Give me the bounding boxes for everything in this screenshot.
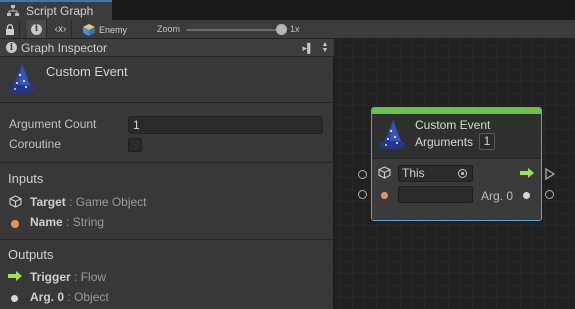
orange-dot-icon [381, 192, 388, 199]
wizard-hat-icon [378, 120, 406, 149]
input-name: Name : String [30, 215, 104, 229]
graph-inspector-panel: i Graph Inspector ▸▌ ▲ ▼ Custom Event Arg… [0, 39, 334, 309]
object-picker-icon[interactable] [458, 169, 467, 178]
name-value-field[interactable] [398, 186, 473, 203]
zoom-slider-handle[interactable] [276, 24, 287, 35]
node-title: Custom Event [415, 118, 491, 132]
coroutine-checkbox[interactable] [128, 138, 142, 152]
graph-hierarchy-icon [7, 5, 19, 16]
orange-dot-icon [11, 220, 19, 228]
target-value-field[interactable]: This [398, 165, 473, 182]
tab-label: Script Graph [26, 4, 94, 18]
target-input-socket[interactable] [358, 170, 367, 179]
inspector-header: i Graph Inspector ▸▌ ▲ ▼ [0, 39, 334, 57]
coroutine-label: Coroutine [9, 137, 62, 151]
zoom-slider-track[interactable] [186, 29, 286, 31]
node-header: Custom Event Arguments 1 [372, 114, 541, 159]
input-target: Target : Game Object [30, 195, 147, 209]
zoom-label: Zoom [157, 24, 181, 34]
variables-toggle-button[interactable]: ‹x› [50, 20, 72, 38]
zoom-value: 1x [290, 24, 300, 34]
arg0-output-label: Arg. 0 [481, 189, 514, 203]
input-target-type: : Game Object [69, 195, 147, 209]
input-name-name: Name [30, 215, 63, 229]
output-arg0-type: : Object [67, 290, 109, 304]
white-dot-icon [523, 192, 530, 199]
output-trigger-name: Trigger [30, 270, 71, 284]
cube-icon [9, 195, 22, 208]
graph-toolbar: i ‹x› Enemy Zoom 1x [0, 20, 575, 39]
graph-object-selector[interactable]: Enemy [82, 21, 127, 38]
tab-script-graph[interactable]: Script Graph [0, 0, 112, 20]
enemy-object-icon [83, 23, 95, 36]
inspector-title: Graph Inspector [21, 40, 108, 55]
dock-panel-button[interactable]: ▸▌ [301, 40, 315, 56]
custom-event-node[interactable]: Custom Event Arguments 1 This Arg. 0 [371, 107, 542, 221]
node-type-title: Custom Event [46, 64, 128, 79]
flow-arrow-icon [520, 168, 534, 178]
dropdown-arrows-icon: ▲ ▼ [321, 41, 329, 54]
inspector-node-title: Custom Event [0, 57, 334, 103]
name-input-socket[interactable] [358, 190, 367, 199]
flow-arrow-icon [8, 271, 22, 281]
arg0-output-socket[interactable] [545, 190, 554, 199]
trigger-output-socket[interactable] [545, 168, 555, 180]
wizard-hat-icon [7, 64, 35, 93]
info-icon: i [31, 23, 42, 35]
output-trigger-type: : Flow [74, 270, 107, 284]
outputs-heading: Outputs [8, 247, 54, 262]
inputs-heading: Inputs [8, 171, 44, 186]
argument-count-label: Argument Count [9, 117, 97, 131]
argument-count-field[interactable]: 1 [128, 116, 323, 134]
section-divider [0, 162, 334, 163]
info-icon: i [6, 42, 17, 53]
lock-icon [5, 23, 14, 35]
node-arguments-field[interactable]: 1 [479, 133, 495, 150]
lock-button[interactable] [0, 20, 20, 38]
input-target-name: Target [30, 195, 66, 209]
panel-menu-button[interactable]: ▲ ▼ [318, 40, 332, 56]
output-trigger: Trigger : Flow [30, 270, 106, 284]
cube-icon [378, 166, 391, 179]
collapse-panel-icon: ▸▌ [302, 42, 314, 53]
target-value: This [402, 166, 425, 180]
inspector-toggle-button[interactable]: i [27, 20, 47, 38]
output-arg0-name: Arg. 0 [30, 290, 65, 304]
section-divider [0, 239, 334, 240]
node-arguments-label: Arguments [415, 135, 474, 149]
input-name-type: : String [66, 215, 105, 229]
object-name: Enemy [99, 24, 128, 35]
output-arg0: Arg. 0 : Object [30, 290, 109, 304]
variables-icon: ‹x› [54, 23, 67, 35]
white-dot-icon [11, 295, 18, 302]
editor-tab-bar: Script Graph [0, 0, 575, 20]
